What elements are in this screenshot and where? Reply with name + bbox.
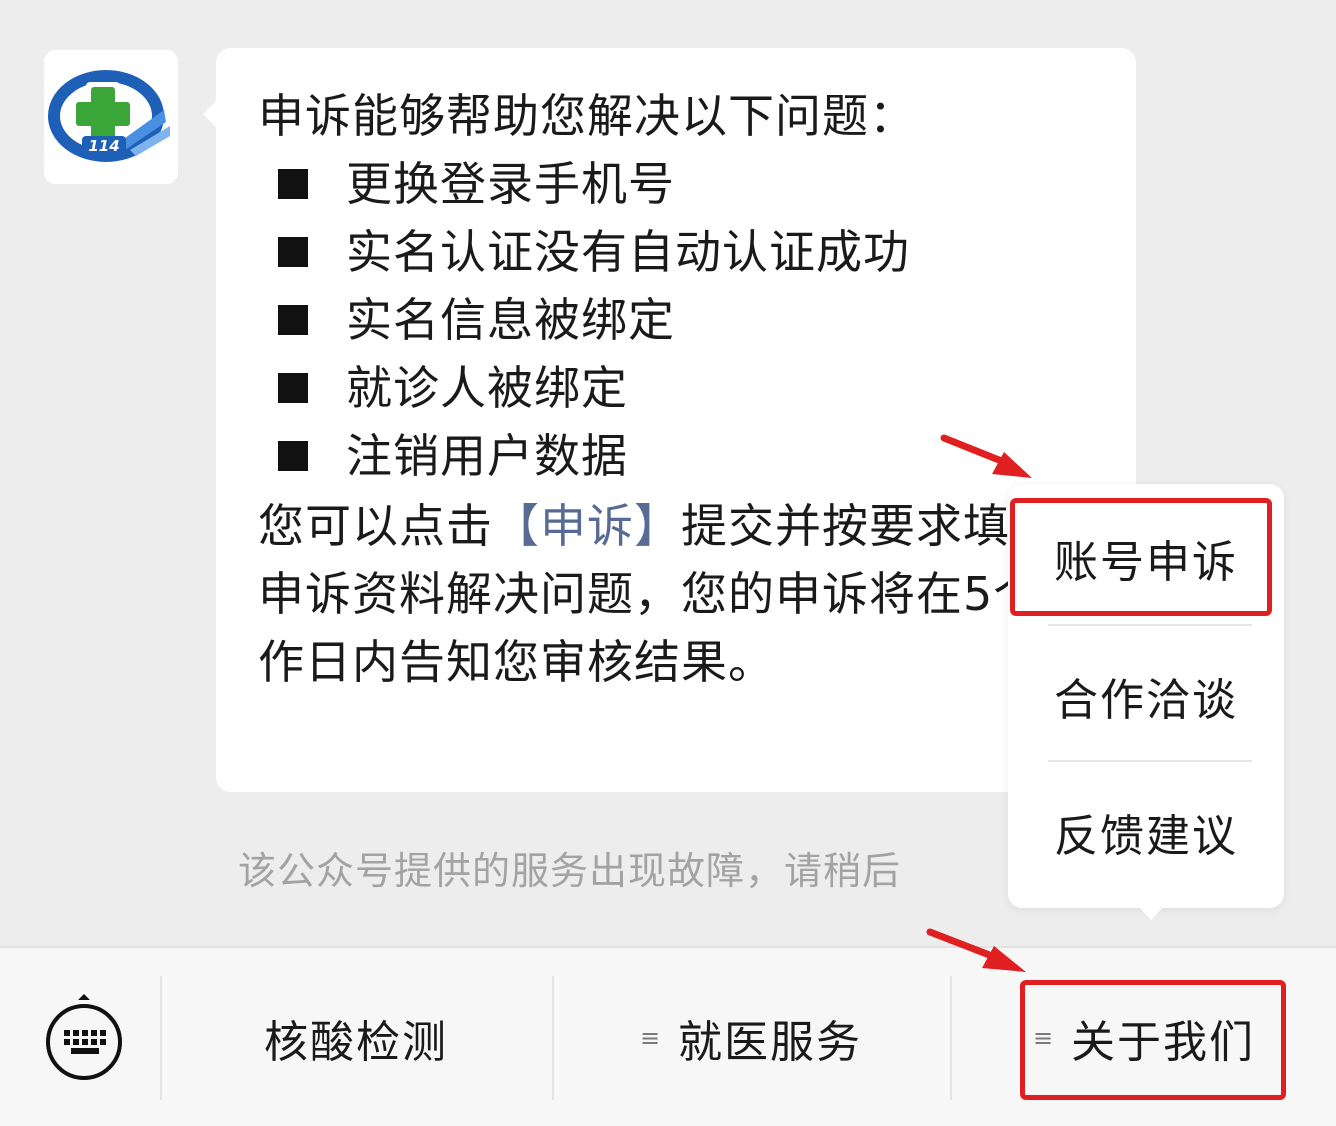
keyboard-toggle-button[interactable] xyxy=(44,994,124,1090)
list-item: 实名信息被绑定 xyxy=(258,286,1136,354)
red-arrow-icon xyxy=(940,434,1032,478)
avatar-number: 114 xyxy=(88,137,119,155)
menu-item-medical-service[interactable]: ≡ 就医服务 xyxy=(554,988,948,1088)
list-item: 就诊人被绑定 xyxy=(258,354,1136,422)
square-bullet-icon xyxy=(278,441,308,471)
account-avatar[interactable]: 114 xyxy=(44,50,178,184)
square-bullet-icon xyxy=(278,373,308,403)
highlight-box-account-appeal xyxy=(1010,498,1272,616)
highlight-box-about-us xyxy=(1020,980,1286,1100)
list-item: 实名认证没有自动认证成功 xyxy=(258,218,1136,286)
list-item: 更换登录手机号 xyxy=(258,150,1136,218)
message-heading: 申诉能够帮助您解决以下问题： xyxy=(258,89,916,143)
menu-item-nucleic-test[interactable]: 核酸检测 xyxy=(162,988,550,1088)
square-bullet-icon xyxy=(278,237,308,267)
square-bullet-icon xyxy=(278,169,308,199)
submenu-item-cooperation[interactable]: 合作洽谈 xyxy=(1008,626,1284,766)
popup-tail xyxy=(1138,906,1164,920)
message-bubble: 申诉能够帮助您解决以下问题： 更换登录手机号 实名认证没有自动认证成功 实名信息… xyxy=(216,48,1136,792)
keyboard-icon xyxy=(46,994,122,1080)
hospital-cross-logo-icon: 114 xyxy=(44,50,178,184)
red-arrow-icon xyxy=(926,928,1026,972)
list-icon: ≡ xyxy=(639,1024,663,1052)
system-notice: 该公众号提供的服务出现故障，请稍后 xyxy=(238,849,902,893)
bubble-tail xyxy=(203,100,217,128)
message-closing: 您可以点击【申诉】提交并按要求填写申诉资料解决问题，您的申诉将在5个工作日内告知… xyxy=(258,499,1088,689)
submenu-item-feedback[interactable]: 反馈建议 xyxy=(1008,762,1284,902)
square-bullet-icon xyxy=(278,305,308,335)
appeal-link[interactable]: 【申诉】 xyxy=(493,499,681,553)
